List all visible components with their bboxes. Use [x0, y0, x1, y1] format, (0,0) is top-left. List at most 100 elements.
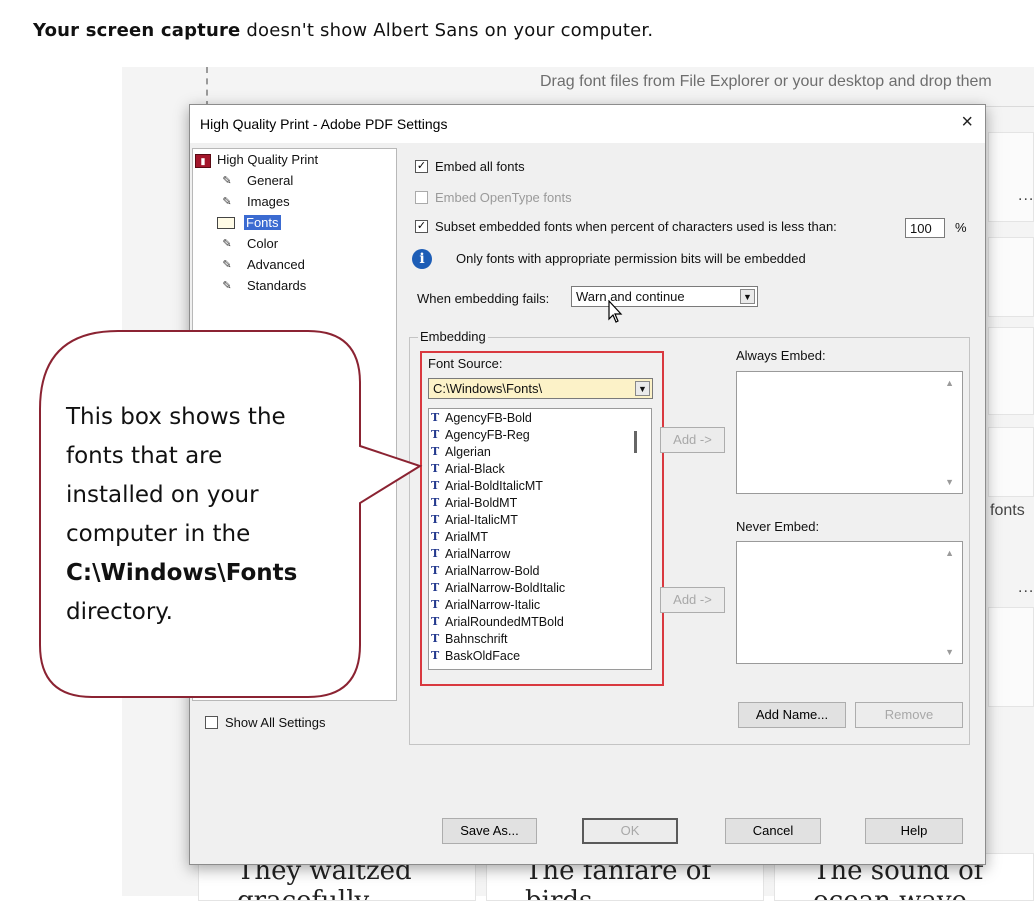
subset-label: Subset embedded fonts when percent of ch…: [435, 219, 837, 234]
scroll-up-icon[interactable]: ▲: [945, 378, 954, 388]
truetype-font-icon: T: [431, 428, 440, 441]
checkbox-box: [415, 191, 428, 204]
ok-button[interactable]: OK: [582, 818, 678, 844]
truetype-font-icon: T: [431, 530, 440, 543]
close-icon[interactable]: ×: [961, 111, 973, 133]
font-list-item[interactable]: T ArialMT: [429, 528, 651, 545]
add-never-button[interactable]: Add ->: [660, 587, 725, 613]
pen-icon: ✎: [222, 174, 232, 187]
font-list-item[interactable]: T Arial-BoldMT: [429, 494, 651, 511]
when-fails-select[interactable]: Warn and continue ▼: [571, 286, 758, 307]
font-list-item[interactable]: T Arial-ItalicMT: [429, 511, 651, 528]
tree-root-label: High Quality Print: [217, 152, 319, 167]
tree-item-fonts[interactable]: Fonts: [217, 215, 281, 230]
font-list-item[interactable]: T AgencyFB-Reg: [429, 426, 651, 443]
chevron-down-icon: ▼: [635, 381, 650, 396]
tree-item-advanced[interactable]: ✎ Advanced: [220, 257, 305, 272]
scroll-down-icon[interactable]: ▼: [945, 647, 954, 657]
tree-item-general[interactable]: ✎ General: [220, 173, 293, 188]
pen-icon: ✎: [222, 195, 232, 208]
truetype-font-icon: T: [431, 411, 440, 424]
font-list-item[interactable]: T ArialNarrow-Italic: [429, 596, 651, 613]
chevron-down-icon: ▼: [740, 289, 755, 304]
font-list-item[interactable]: T Bahnschrift: [429, 630, 651, 647]
font-list-item[interactable]: T Arial-BoldItalicMT: [429, 477, 651, 494]
subset-checkbox[interactable]: ✓ Subset embedded fonts when percent of c…: [415, 219, 837, 234]
bg-card: [988, 237, 1034, 317]
remove-button[interactable]: Remove: [855, 702, 963, 728]
font-list-item[interactable]: T ArialRoundedMTBold: [429, 613, 651, 630]
font-list[interactable]: T AgencyFB-Bold T AgencyFB-Reg T Algerian T Ari…: [428, 408, 652, 670]
font-list-item[interactable]: T Arial-Black: [429, 460, 651, 477]
scroll-down-icon[interactable]: ▼: [945, 477, 954, 487]
add-name-button[interactable]: Add Name...: [738, 702, 846, 728]
font-items: T AgencyFB-Bold T AgencyFB-Reg T Algerian T Ari…: [429, 409, 651, 664]
caption-bold: Your screen capture: [33, 20, 241, 41]
font-name: ArialNarrow-Bold: [445, 563, 540, 578]
callout-line: fonts that are: [66, 443, 223, 469]
tree-root[interactable]: ▮ High Quality Print: [195, 152, 318, 168]
cancel-button[interactable]: Cancel: [725, 818, 821, 844]
font-list-item[interactable]: T Algerian: [429, 443, 651, 460]
save-as-button[interactable]: Save As...: [442, 818, 537, 844]
embed-opentype-checkbox[interactable]: Embed OpenType fonts: [415, 190, 572, 205]
truetype-font-icon: T: [431, 581, 440, 594]
font-name: Arial-BoldItalicMT: [445, 478, 543, 493]
callout-line: installed on your: [66, 482, 259, 508]
embed-opentype-label: Embed OpenType fonts: [435, 190, 572, 205]
bg-card: [988, 427, 1034, 497]
bg-card: [988, 132, 1034, 222]
font-list-item[interactable]: T ArialNarrow-Bold: [429, 562, 651, 579]
tree-item-standards[interactable]: ✎ Standards: [220, 278, 306, 293]
truetype-font-icon: T: [431, 615, 440, 628]
font-name: AgencyFB-Reg: [445, 427, 530, 442]
tree-item-label: Advanced: [247, 257, 305, 272]
when-fails-value: Warn and continue: [576, 289, 685, 304]
always-embed-list[interactable]: ▲ ▼: [736, 371, 963, 494]
truetype-font-icon: T: [431, 564, 440, 577]
callout-line: computer in the: [66, 521, 251, 547]
font-name: BaskOldFace: [445, 648, 521, 663]
checkbox-box: [205, 716, 218, 729]
tree-item-label: Color: [247, 236, 279, 251]
tree-item-color[interactable]: ✎ Color: [220, 236, 278, 251]
font-list-item[interactable]: T AgencyFB-Bold: [429, 409, 651, 426]
font-name: Algerian: [445, 444, 491, 459]
scroll-indicator[interactable]: [634, 431, 637, 453]
tree-item-label: Standards: [247, 278, 307, 293]
callout-text: This box shows the fonts that are instal…: [66, 398, 336, 632]
font-source-label: Font Source:: [428, 356, 503, 371]
font-list-item[interactable]: T BaskOldFace: [429, 647, 651, 664]
font-name: Arial-ItalicMT: [445, 512, 518, 527]
scroll-up-icon[interactable]: ▲: [945, 548, 954, 558]
font-name: Bahnschrift: [445, 631, 508, 646]
pdf-settings-icon: ▮: [195, 153, 211, 168]
title-bar[interactable]: High Quality Print - Adobe PDF Settings …: [190, 105, 985, 143]
embedding-group-label: Embedding: [418, 329, 488, 344]
bg-dots: ...: [1018, 187, 1034, 204]
font-list-item[interactable]: T ArialNarrow-BoldItalic: [429, 579, 651, 596]
font-source-select[interactable]: C:\Windows\Fonts\ ▼: [428, 378, 653, 399]
never-embed-label: Never Embed:: [736, 519, 820, 534]
info-icon: i: [412, 249, 432, 269]
show-all-settings-checkbox[interactable]: Show All Settings: [205, 715, 325, 730]
embed-all-fonts-label: Embed all fonts: [435, 159, 525, 174]
truetype-font-icon: T: [431, 479, 440, 492]
never-embed-list[interactable]: ▲ ▼: [736, 541, 963, 664]
font-list-item[interactable]: T ArialNarrow: [429, 545, 651, 562]
folder-icon: [217, 216, 235, 229]
bg-fonts-text: fonts: [990, 502, 1025, 519]
caption-rest: doesn't show Albert Sans on your compute…: [240, 20, 654, 41]
embed-all-fonts-checkbox[interactable]: ✓ Embed all fonts: [415, 159, 525, 174]
truetype-font-icon: T: [431, 513, 440, 526]
tree-item-images[interactable]: ✎ Images: [220, 194, 289, 209]
show-all-settings-label: Show All Settings: [225, 715, 326, 730]
add-always-button[interactable]: Add ->: [660, 427, 725, 453]
font-name: ArialNarrow-Italic: [445, 597, 541, 612]
font-source-value: C:\Windows\Fonts\: [433, 381, 543, 396]
percent-unit: %: [955, 220, 967, 235]
subset-percent-input[interactable]: 100: [905, 218, 945, 238]
callout-line: This box shows the: [66, 404, 286, 430]
pen-icon: ✎: [222, 258, 232, 271]
help-button[interactable]: Help: [865, 818, 963, 844]
